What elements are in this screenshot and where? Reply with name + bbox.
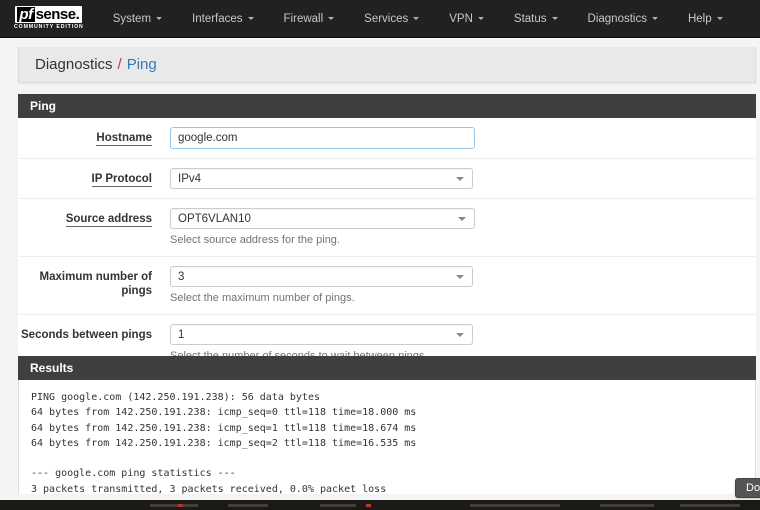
- source-address-control: OPT6VLAN10 Select source address for the…: [170, 208, 756, 247]
- nav-item-firewall-label: Firewall: [283, 12, 324, 25]
- source-address-label-text: Source address: [65, 213, 152, 227]
- chevron-down-icon: [477, 17, 484, 20]
- hostname-label-text: Hostname: [96, 132, 152, 146]
- top-navbar: pf sense. COMMUNITY EDITION System Interf…: [0, 0, 760, 38]
- ping-panel: Ping Hostname IP Protocol IPv4: [18, 94, 756, 411]
- ip-protocol-label: IP Protocol: [18, 168, 152, 187]
- logo-pf-text: pf: [17, 6, 35, 24]
- hostname-control: [170, 127, 756, 149]
- logo-sense-text: sense.: [35, 6, 80, 24]
- nav-item-system-label: System: [112, 12, 152, 25]
- ping-panel-title: Ping: [30, 99, 56, 113]
- max-pings-control: 3 Select the maximum number of pings.: [170, 266, 756, 305]
- nav-item-diagnostics-label: Diagnostics: [587, 12, 647, 25]
- seconds-between-pings-selected-value: 1: [178, 328, 185, 341]
- source-address-select[interactable]: OPT6VLAN10: [170, 208, 475, 229]
- max-pings-help: Select the maximum number of pings.: [170, 292, 355, 304]
- results-panel-title: Results: [30, 361, 74, 375]
- results-panel-header: Results: [18, 356, 756, 380]
- form-row-ip-protocol: IP Protocol IPv4: [18, 159, 756, 199]
- hostname-label: Hostname: [18, 127, 152, 146]
- breadcrumb-current[interactable]: Ping: [127, 56, 157, 73]
- results-panel: Results PING google.com (142.250.191.238…: [18, 356, 756, 506]
- chevron-down-icon: [458, 216, 466, 221]
- chevron-down-icon: [651, 17, 658, 20]
- breadcrumb: Diagnostics / Ping: [18, 47, 756, 83]
- form-row-hostname: Hostname: [18, 118, 756, 159]
- source-address-help: Select source address for the ping.: [170, 234, 340, 246]
- chevron-down-icon: [456, 332, 464, 337]
- taskbar-streak: [150, 504, 198, 507]
- logo-wordmark: pf sense.: [15, 6, 83, 24]
- taskbar-streak: [228, 504, 268, 507]
- results-output-container[interactable]: PING google.com (142.250.191.238): 56 da…: [18, 380, 756, 506]
- nav-item-status[interactable]: Status: [499, 0, 573, 38]
- download-button-label: Dow: [746, 482, 760, 494]
- ip-protocol-select[interactable]: IPv4: [170, 168, 473, 189]
- chevron-down-icon: [551, 17, 558, 20]
- nav-item-interfaces-label: Interfaces: [192, 12, 243, 25]
- chevron-down-icon: [456, 176, 464, 181]
- chevron-down-icon: [247, 17, 254, 20]
- taskbar-streak: [470, 504, 560, 507]
- form-row-max-pings: Maximum number of pings 3 Select the max…: [18, 257, 756, 315]
- ip-protocol-label-text: IP Protocol: [91, 173, 152, 187]
- nav-item-vpn[interactable]: VPN: [434, 0, 499, 38]
- nav-item-help[interactable]: Help: [673, 0, 738, 38]
- nav-menu: System Interfaces Firewall Services VPN …: [98, 0, 738, 38]
- download-button[interactable]: Dow: [735, 478, 760, 498]
- source-address-label: Source address: [18, 208, 152, 227]
- breadcrumb-separator: /: [117, 56, 122, 73]
- max-pings-label: Maximum number of pings: [39, 271, 152, 297]
- taskbar-streak: [600, 504, 654, 507]
- nav-item-system[interactable]: System: [98, 0, 177, 38]
- pfsense-page: pf sense. COMMUNITY EDITION System Interf…: [0, 0, 760, 510]
- chevron-down-icon: [716, 17, 723, 20]
- breadcrumb-parent: Diagnostics: [35, 56, 113, 73]
- nav-item-vpn-label: VPN: [449, 12, 473, 25]
- nav-item-status-label: Status: [513, 12, 547, 25]
- taskbar-streak: [366, 504, 371, 507]
- nav-item-diagnostics[interactable]: Diagnostics: [573, 0, 673, 38]
- nav-item-interfaces[interactable]: Interfaces: [177, 0, 269, 38]
- nav-item-services-label: Services: [364, 12, 409, 25]
- taskbar-streak: [178, 504, 183, 507]
- chevron-down-icon: [413, 17, 420, 20]
- source-address-selected-value: OPT6VLAN10: [178, 212, 251, 225]
- max-pings-selected-value: 3: [178, 270, 185, 283]
- max-pings-select[interactable]: 3: [170, 266, 473, 287]
- nav-item-firewall[interactable]: Firewall: [269, 0, 350, 38]
- ip-protocol-control: IPv4: [170, 168, 756, 189]
- hostname-input[interactable]: [170, 127, 475, 149]
- nav-item-services[interactable]: Services: [349, 0, 434, 38]
- ping-panel-header: Ping: [18, 94, 756, 118]
- ping-output-text: PING google.com (142.250.191.238): 56 da…: [31, 392, 417, 505]
- ip-protocol-selected-value: IPv4: [178, 172, 202, 185]
- seconds-between-pings-label: Seconds between pings: [21, 329, 152, 341]
- nav-item-help-label: Help: [687, 12, 712, 25]
- form-row-source-address: Source address OPT6VLAN10 Select source …: [18, 199, 756, 257]
- chevron-down-icon: [456, 274, 464, 279]
- logo-edition-text: COMMUNITY EDITION: [14, 24, 84, 31]
- chevron-down-icon: [328, 17, 335, 20]
- pfsense-logo[interactable]: pf sense. COMMUNITY EDITION: [14, 6, 84, 30]
- os-taskbar-strip: [0, 500, 760, 510]
- taskbar-streak: [320, 504, 356, 507]
- chevron-down-icon: [156, 17, 163, 20]
- seconds-between-pings-select[interactable]: 1: [170, 324, 473, 345]
- taskbar-streak: [680, 504, 740, 507]
